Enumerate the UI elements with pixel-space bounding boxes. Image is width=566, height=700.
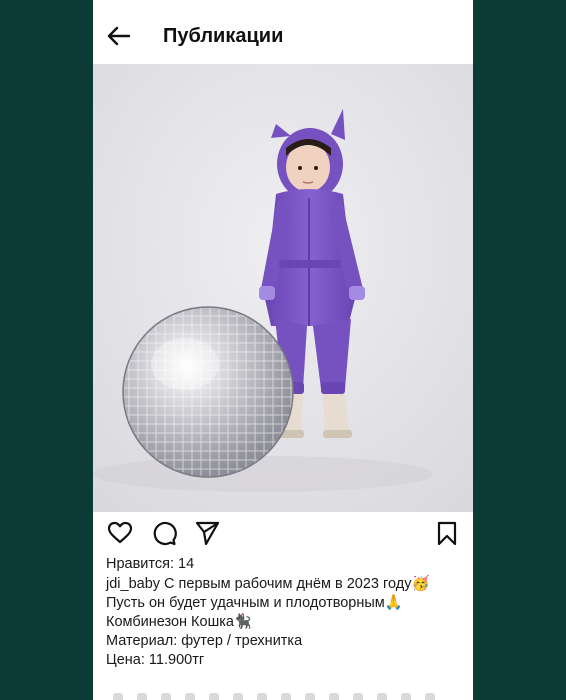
cropped-content-edge: [113, 693, 453, 700]
post-actions: [93, 516, 473, 550]
comment-icon[interactable]: [151, 520, 177, 546]
post-caption: Нравится: 14 jdi_baby С первым рабочим д…: [106, 555, 466, 670]
caption-line: Цена: 11.900тг: [106, 652, 205, 668]
post-image[interactable]: [93, 64, 473, 512]
post-photo: [93, 64, 473, 512]
heart-icon[interactable]: [107, 520, 133, 546]
bookmark-icon[interactable]: [434, 520, 460, 546]
caption-line: Материал: футер / трехнитка: [106, 633, 303, 649]
likes-count[interactable]: Нравится: 14: [106, 555, 466, 574]
page-title: Публикации: [163, 25, 284, 47]
header: Публикации: [93, 0, 473, 64]
caption-line: Комбинезон Кошка🐈‍⬛: [106, 614, 252, 630]
caption-line: Пусть он будет удачным и плодотворным🙏: [106, 595, 403, 611]
caption-line: jdi_baby С первым рабочим днём в 2023 го…: [106, 576, 430, 592]
send-icon[interactable]: [194, 520, 220, 546]
arrow-left-icon: [107, 26, 131, 46]
back-button[interactable]: [105, 22, 133, 50]
post-panel: Публикации Нравится: 14 jdi_baby С первы…: [93, 0, 473, 700]
